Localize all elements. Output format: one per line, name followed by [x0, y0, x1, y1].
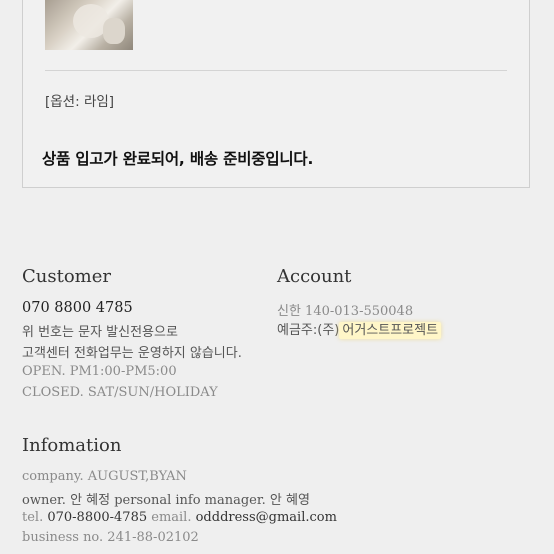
option-label: [옵션: 라임] — [45, 94, 115, 110]
info-heading: Infomation — [22, 435, 122, 456]
account-heading: Account — [277, 266, 352, 287]
customer-note-1: 위 번호는 문자 발신전용으로 — [22, 325, 178, 340]
info-contact: tel. 070-8800-4785 email. odddress@gmail… — [22, 510, 337, 525]
delivery-status-message: 상품 입고가 완료되어, 배송 준비중입니다. — [42, 150, 314, 168]
customer-note-2: 고객센터 전화업무는 운영하지 않습니다. — [22, 346, 242, 361]
info-tel-label: tel. — [22, 510, 48, 525]
account-holder-name: 어거스트프로젝트 — [339, 322, 442, 339]
info-email[interactable]: odddress@gmail.com — [196, 510, 337, 525]
customer-closed: CLOSED. SAT/SUN/HOLIDAY — [22, 385, 218, 400]
info-company: company. AUGUST,BYAN — [22, 469, 187, 484]
customer-phone: 070 8800 4785 — [22, 300, 133, 316]
customer-heading: Customer — [22, 266, 111, 287]
product-thumbnail[interactable] — [45, 0, 133, 50]
info-owner: owner. 안 혜정 personal info manager. 안 혜영 — [22, 493, 310, 508]
account-holder: 예금주:(주) 어거스트프로젝트 — [277, 319, 442, 339]
account-bank: 신한 140-013-550048 — [277, 304, 414, 319]
info-tel[interactable]: 070-8800-4785 — [47, 510, 147, 525]
order-item-box: [옵션: 라임] 상품 입고가 완료되어, 배송 준비중입니다. — [22, 0, 530, 188]
account-holder-prefix: 예금주:(주) — [277, 323, 340, 338]
customer-hours: OPEN. PM1:00-PM5:00 — [22, 364, 177, 379]
info-email-label: email. — [147, 510, 196, 525]
divider — [45, 70, 507, 71]
info-business: business no. 241-88-02102 — [22, 530, 199, 545]
